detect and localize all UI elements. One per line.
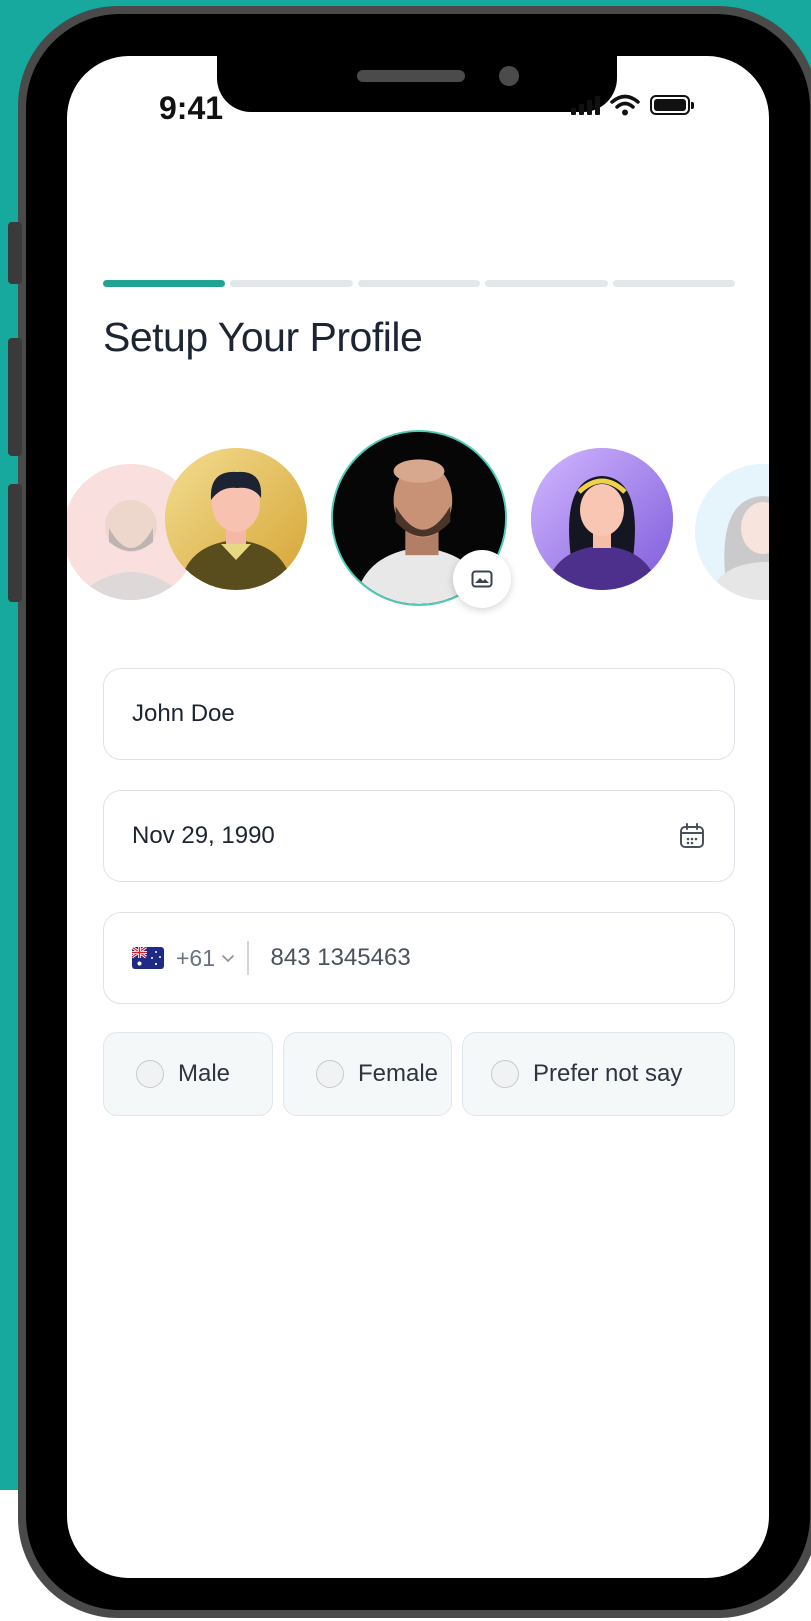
progress-step	[357, 280, 481, 287]
progress-step	[230, 280, 353, 287]
speaker	[357, 70, 465, 82]
radio-button[interactable]	[491, 1060, 519, 1088]
progress-step	[612, 280, 736, 287]
australia-flag-icon	[132, 947, 164, 969]
progress-indicator	[103, 280, 736, 287]
chevron-down-icon[interactable]	[221, 953, 235, 963]
mute-switch	[8, 222, 22, 284]
signal-icon	[571, 95, 600, 115]
full-name-field[interactable]: John Doe	[103, 668, 735, 760]
avatar-woman-purple[interactable]	[531, 448, 673, 590]
phone-number-value: 843 1345463	[270, 944, 411, 971]
front-camera	[499, 66, 519, 86]
status-icons	[571, 94, 694, 116]
avatar-man-hoodie[interactable]	[165, 448, 307, 590]
gender-label: Prefer not say	[533, 1060, 683, 1087]
full-name-value: John Doe	[132, 700, 235, 727]
image-icon	[471, 570, 493, 588]
radio-button[interactable]	[136, 1060, 164, 1088]
birth-date-value: Nov 29, 1990	[132, 822, 275, 849]
volume-up-button	[8, 338, 22, 456]
battery-icon	[650, 95, 694, 115]
gender-option-male[interactable]: Male	[103, 1032, 273, 1116]
notch	[217, 56, 617, 112]
change-photo-button[interactable]	[453, 550, 511, 608]
birth-date-field[interactable]: Nov 29, 1990	[103, 790, 735, 882]
dial-code-selector[interactable]: +61	[176, 945, 215, 972]
volume-down-button	[8, 484, 22, 602]
page-title: Setup Your Profile	[103, 314, 423, 360]
wifi-icon	[610, 94, 640, 116]
status-time: 9:41	[159, 90, 224, 126]
radio-button[interactable]	[316, 1060, 344, 1088]
gender-label: Female	[358, 1060, 439, 1087]
screen: 9:41 Setup Your Profile John Doe Nov 29,…	[67, 56, 769, 1578]
progress-step	[103, 280, 226, 287]
gender-option-prefer-not-say[interactable]: Prefer not say	[462, 1032, 735, 1116]
phone-field[interactable]: +61 843 1345463	[103, 912, 735, 1004]
progress-step	[485, 280, 608, 287]
gender-label: Male	[178, 1060, 231, 1087]
avatar-woman-blue[interactable]	[695, 464, 769, 600]
gender-option-female[interactable]: Female	[283, 1032, 452, 1116]
calendar-icon[interactable]	[678, 822, 706, 850]
divider	[247, 941, 249, 975]
